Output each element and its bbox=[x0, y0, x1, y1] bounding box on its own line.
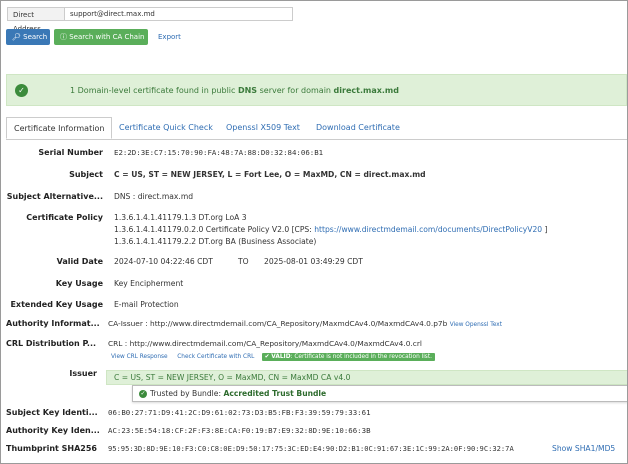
issuer-value[interactable]: C = US, ST = NEW JERSEY, O = MaxMD, CN =… bbox=[106, 370, 627, 385]
thumbprint-value: 95:95:3D:8D:9E:10:F3:C0:C8:0E:D9:50:17:7… bbox=[108, 444, 514, 453]
issuer-label: Issuer bbox=[69, 369, 97, 378]
crl-valid-text: : Certificate is not included in the rev… bbox=[290, 354, 432, 360]
crl-distribution-label: CRL Distribution P... bbox=[6, 339, 97, 348]
export-link[interactable]: Export bbox=[158, 29, 181, 45]
direct-address-group: Direct Address bbox=[7, 7, 293, 33]
crl-valid-badge: ✔ VALID: Certificate is not included in … bbox=[261, 353, 435, 361]
direct-address-label: Direct Address bbox=[7, 7, 65, 33]
view-openssl-text-link[interactable]: View Openssl Text bbox=[450, 322, 502, 328]
cps-link[interactable]: https://www.directmdemail.com/documents/… bbox=[314, 225, 542, 234]
policy-line-2: 1.3.6.1.4.1.41179.0.2.0 Certificate Poli… bbox=[114, 225, 548, 234]
valid-to-word: TO bbox=[238, 257, 249, 266]
policy-line-2-suffix: ] bbox=[542, 225, 548, 234]
authority-info-text: CA-Issuer : http://www.directmdemail.com… bbox=[108, 319, 448, 328]
tab-openssl-x509-text[interactable]: Openssl X509 Text bbox=[226, 117, 300, 139]
tab-certificate-information[interactable]: Certificate Information bbox=[6, 117, 113, 139]
trust-bundle-popup: ✓ Trusted by Bundle: Accredited Trust Bun… bbox=[132, 385, 627, 402]
valid-to: 2025-08-01 03:49:29 CDT bbox=[264, 257, 363, 266]
check-circle-icon: ✓ bbox=[139, 390, 147, 398]
policy-line-1: 1.3.6.1.4.1.41179.1.3 DT.org LoA 3 bbox=[114, 213, 247, 222]
crl-distribution-value: CRL : http://www.directmdemail.com/CA_Re… bbox=[108, 339, 422, 348]
subject-value: C = US, ST = NEW JERSEY, L = Fort Lee, O… bbox=[114, 170, 426, 179]
alert-dns: DNS bbox=[237, 86, 258, 95]
show-sha1-md5-link[interactable]: Show SHA1/MD5 bbox=[552, 444, 615, 453]
view-crl-response-link[interactable]: View CRL Response bbox=[111, 354, 168, 360]
certificate-policy-label: Certificate Policy bbox=[26, 213, 103, 222]
valid-date-label: Valid Date bbox=[56, 257, 103, 266]
subject-key-id-value: 06:B0:27:71:D9:41:2C:D9:61:02:73:D3:B5:F… bbox=[108, 408, 371, 417]
policy-line-2-prefix: 1.3.6.1.4.1.41179.0.2.0 Certificate Poli… bbox=[114, 225, 315, 234]
trust-bundle-name: Accredited Trust Bundle bbox=[223, 389, 327, 398]
subject-alternative-value: DNS : direct.max.md bbox=[114, 192, 194, 201]
tab-bar: Certificate Information Certificate Quic… bbox=[6, 117, 627, 140]
alert-message: 1 Domain-level certificate found in publ… bbox=[70, 86, 399, 95]
search-ca-chain-label: Search with CA Chain bbox=[69, 33, 145, 41]
subject-key-id-label: Subject Key Identi... bbox=[6, 408, 98, 417]
authority-info-label: Authority Informat... bbox=[6, 319, 100, 328]
crl-actions: View CRL Response Check Certificate with… bbox=[111, 351, 435, 361]
alert-prefix: 1 Domain-level certificate found in publ… bbox=[70, 86, 238, 95]
valid-check-icon: ✔ bbox=[264, 354, 270, 360]
info-icon: ⓘ bbox=[60, 33, 67, 41]
subject-alternative-label: Subject Alternative... bbox=[6, 192, 103, 201]
serial-number-label: Serial Number bbox=[38, 148, 103, 157]
crl-valid-word: VALID bbox=[271, 354, 291, 360]
policy-line-3: 1.3.6.1.4.1.41179.2.2 DT.org BA (Busines… bbox=[114, 237, 317, 246]
alert-mid: server for domain bbox=[257, 86, 334, 95]
extended-key-usage-label: Extended Key Usage bbox=[10, 300, 103, 309]
thumbprint-label: Thumbprint SHA256 bbox=[6, 444, 97, 453]
key-usage-value: Key Encipherment bbox=[114, 279, 184, 288]
tab-certificate-quick-check[interactable]: Certificate Quick Check bbox=[119, 117, 213, 139]
search-icon: 🔎︎ bbox=[12, 33, 21, 41]
search-ca-chain-button[interactable]: ⓘ Search with CA Chain bbox=[54, 29, 148, 45]
page-frame: Direct Address 🔎︎ Search ⓘ Search with C… bbox=[0, 0, 628, 464]
result-alert: ✓ 1 Domain-level certificate found in pu… bbox=[6, 74, 627, 106]
authority-key-id-value: AC:23:5E:54:18:CF:2F:F3:8E:CA:F0:19:B7:E… bbox=[108, 426, 371, 435]
tab-download-certificate[interactable]: Download Certificate bbox=[316, 117, 400, 139]
key-usage-label: Key Usage bbox=[55, 279, 103, 288]
check-certificate-crl-link[interactable]: Check Certificate with CRL bbox=[177, 354, 254, 360]
alert-domain: direct.max.md bbox=[333, 86, 399, 95]
trust-prefix: Trusted by Bundle: bbox=[150, 389, 224, 398]
extended-key-usage-value: E-mail Protection bbox=[114, 300, 179, 309]
search-button[interactable]: 🔎︎ Search bbox=[6, 29, 50, 45]
authority-key-id-label: Authority Key Iden... bbox=[6, 426, 100, 435]
authority-info-value: CA-Issuer : http://www.directmdemail.com… bbox=[108, 319, 502, 328]
subject-label: Subject bbox=[69, 170, 103, 179]
direct-address-input[interactable] bbox=[65, 7, 293, 21]
valid-from: 2024-07-10 04:22:46 CDT bbox=[114, 257, 213, 266]
search-button-label: Search bbox=[23, 33, 48, 41]
serial-number-value: E2:2D:3E:C7:15:70:90:FA:48:7A:88:D0:32:8… bbox=[114, 148, 324, 157]
check-circle-icon: ✓ bbox=[15, 84, 28, 97]
